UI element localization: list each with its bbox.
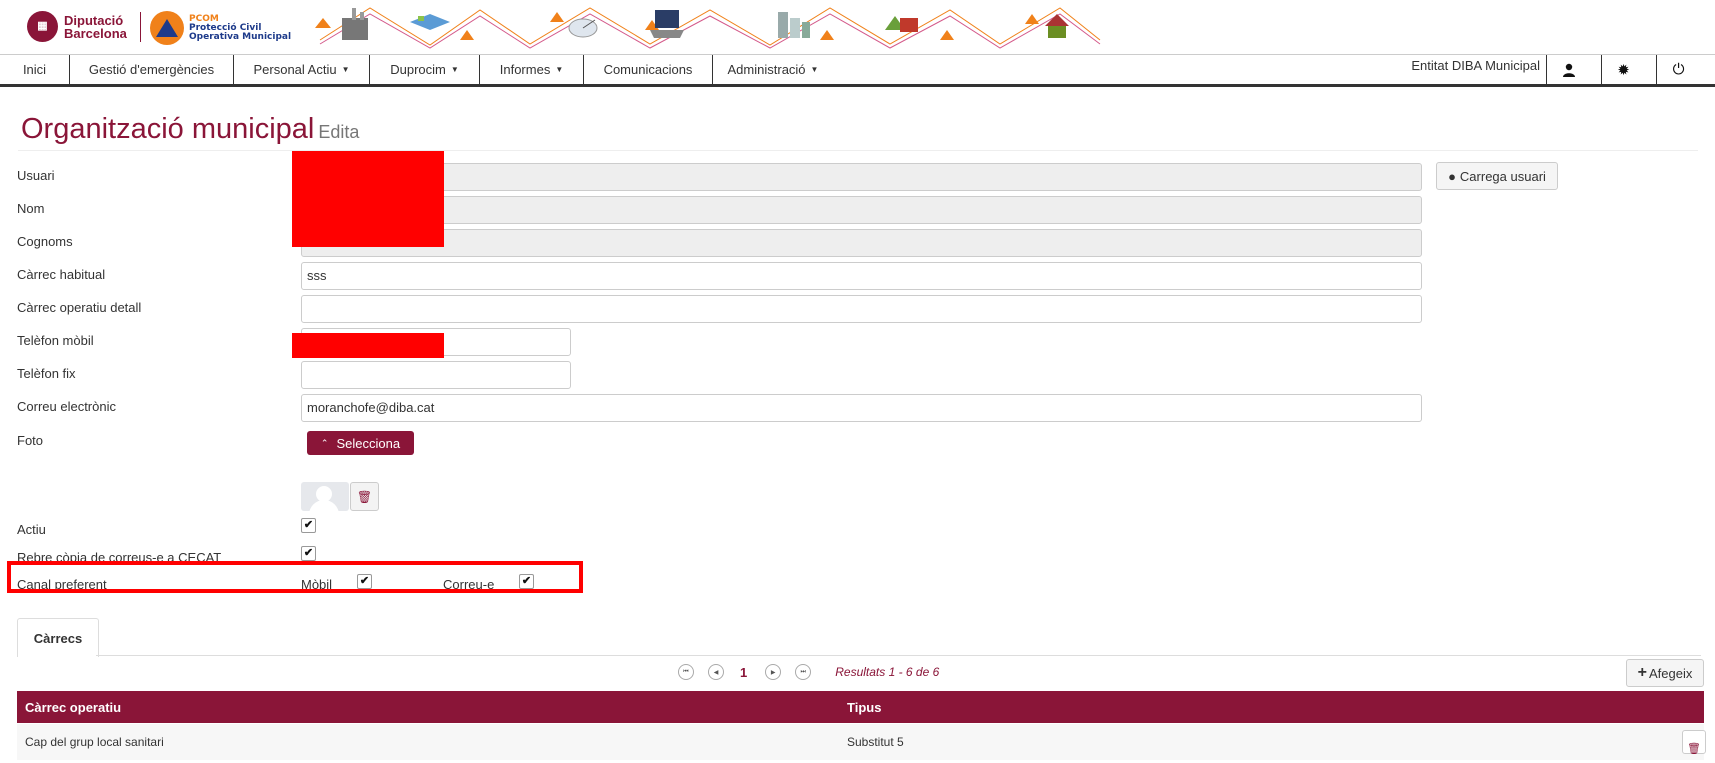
delete-photo-button[interactable]: 🗑 — [350, 482, 379, 511]
telefon-mobil-label: Telèfon mòbil — [17, 333, 94, 348]
prev-page-icon[interactable]: ◀ — [708, 664, 724, 680]
telefon-fix-input[interactable] — [301, 361, 571, 389]
buildings-icon — [778, 12, 810, 38]
nav-label: Comunicacions — [603, 62, 693, 77]
carrec-operatiu-label: Càrrec operatiu detall — [17, 300, 142, 315]
nav-item-duprocim[interactable]: Duprocim ▼ — [370, 55, 480, 84]
carrega-usuari-button[interactable]: ● Carrega usuari — [1436, 162, 1558, 190]
user-icon: ● — [1448, 168, 1456, 184]
carrec-operatiu-input[interactable] — [301, 295, 1422, 323]
nav-item-informes[interactable]: Informes ▼ — [480, 55, 584, 84]
nav-item-inici[interactable]: Inici — [0, 55, 70, 84]
carrega-usuari-label: Carrega usuari — [1459, 168, 1546, 184]
gear-icon[interactable]: ✹ — [1601, 55, 1645, 84]
table-row[interactable]: Cap del grup local sanitari Substitut 5 … — [17, 724, 1706, 760]
decorative-risk-illustration — [315, 7, 1101, 49]
nav-label: Duprocim — [390, 62, 446, 77]
selecciona-button[interactable]: ⌃ Selecciona — [307, 431, 414, 455]
usuari-label: Usuari — [17, 168, 55, 183]
tab-carrecs[interactable]: Càrrecs — [17, 618, 99, 657]
nav-label: Personal Actiu — [253, 62, 337, 77]
entity-name: Entitat DIBA Municipal — [1411, 58, 1540, 73]
actiu-label: Actiu — [17, 522, 46, 537]
title-divider — [18, 150, 1698, 151]
column-header-carrec[interactable]: Càrrec operatiu — [25, 700, 121, 715]
diputacio-barcelona-logo[interactable]: ▦ Diputació Barcelona — [27, 11, 127, 42]
redaction-box — [292, 151, 444, 247]
column-header-tipus[interactable]: Tipus — [847, 700, 881, 715]
caret-down-icon: ▼ — [555, 65, 564, 74]
power-icon[interactable]: ⏻ — [1656, 55, 1700, 84]
trash-icon: 🗑 — [356, 489, 373, 504]
nav-item-gestio-emergencies[interactable]: Gestió d'emergències — [70, 55, 234, 84]
add-label: Afegeix — [1648, 665, 1693, 681]
civil-protection-triangle-icon — [150, 11, 184, 45]
nom-label: Nom — [17, 201, 45, 216]
trash-icon: 🗑 — [1687, 743, 1701, 755]
nav-item-administracio[interactable]: Administració ▼ — [713, 55, 833, 84]
caret-down-icon: ▼ — [341, 65, 350, 74]
cell-carrec: Cap del grup local sanitari — [25, 735, 164, 749]
next-page-icon[interactable]: ▶ — [765, 664, 782, 680]
nav-label: Gestió d'emergències — [88, 62, 215, 77]
selecciona-label: Selecciona — [336, 435, 401, 451]
nav-item-comunicacions[interactable]: Comunicacions — [584, 55, 713, 84]
usuari-field — [301, 163, 1422, 191]
tab-divider — [96, 655, 1701, 656]
correu-label: Correu electrònic — [17, 399, 116, 414]
chevron-up-icon: ⌃ — [320, 437, 329, 448]
copia-cecat-checkbox[interactable]: ✔ — [301, 546, 316, 561]
plus-icon: + — [1637, 664, 1647, 681]
foto-label: Foto — [17, 433, 44, 448]
current-page[interactable]: 1 — [740, 665, 747, 680]
logo-divider — [140, 12, 141, 42]
table-header: Càrrec operatiu Tipus — [17, 691, 1704, 723]
tab-label: Càrrecs — [33, 630, 83, 646]
page-title-text: Organització municipal — [21, 113, 315, 145]
diba-logo-line2: Barcelona — [64, 25, 127, 41]
header-banner: ▦ Diputació Barcelona PCOM Protecció Civ… — [0, 0, 1715, 54]
carrec-habitual-input[interactable]: sss — [301, 262, 1422, 290]
diba-logo-line1: Diputació — [64, 12, 124, 28]
actiu-checkbox[interactable]: ✔ — [301, 518, 316, 533]
nav-label: Administració — [727, 62, 806, 77]
pagination: ⏮ ◀ 1 ▶ ⏭ Resultats 1 - 6 de 6 — [678, 662, 939, 682]
forest-fire-icon — [885, 16, 918, 32]
cell-tipus: Substitut 5 — [847, 735, 904, 749]
user-icon[interactable] — [1546, 55, 1590, 84]
results-count: Resultats 1 - 6 de 6 — [835, 665, 940, 679]
main-navbar: Inici Gestió d'emergències Personal Acti… — [0, 54, 1715, 87]
highlight-annotation — [7, 561, 583, 593]
flood-map-icon — [410, 14, 450, 30]
nav-label: Informes — [499, 62, 551, 77]
carrec-habitual-label: Càrrec habitual — [17, 267, 106, 282]
laptop-icon — [650, 10, 684, 38]
nav-label: Inici — [22, 62, 47, 77]
caret-down-icon: ▼ — [450, 65, 459, 74]
redaction-box — [292, 333, 444, 358]
first-page-icon[interactable]: ⏮ — [678, 664, 694, 680]
caret-down-icon: ▼ — [810, 65, 819, 74]
delete-row-button[interactable]: 🗑 — [1682, 730, 1706, 755]
cognoms-label: Cognoms — [17, 234, 73, 249]
telefon-fix-label: Telèfon fix — [17, 366, 76, 381]
nav-item-personal-actiu[interactable]: Personal Actiu ▼ — [234, 55, 370, 84]
nom-field — [301, 196, 1422, 224]
cognoms-field — [301, 229, 1422, 257]
page-title: Organització municipal Edita — [21, 113, 359, 146]
add-button[interactable]: + Afegeix — [1626, 659, 1704, 687]
photo-thumbnail — [301, 482, 349, 511]
page-subtitle: Edita — [318, 122, 360, 142]
pcom-logo[interactable]: PCOM Protecció Civil Operativa Municipal — [150, 11, 291, 45]
correu-input[interactable]: moranchofe@diba.cat — [301, 394, 1422, 422]
pcom-line3: Operativa Municipal — [189, 31, 292, 42]
industry-icon — [342, 8, 368, 40]
diba-seal-icon: ▦ — [27, 11, 58, 42]
last-page-icon[interactable]: ⏭ — [795, 664, 812, 680]
radar-icon — [568, 18, 598, 38]
